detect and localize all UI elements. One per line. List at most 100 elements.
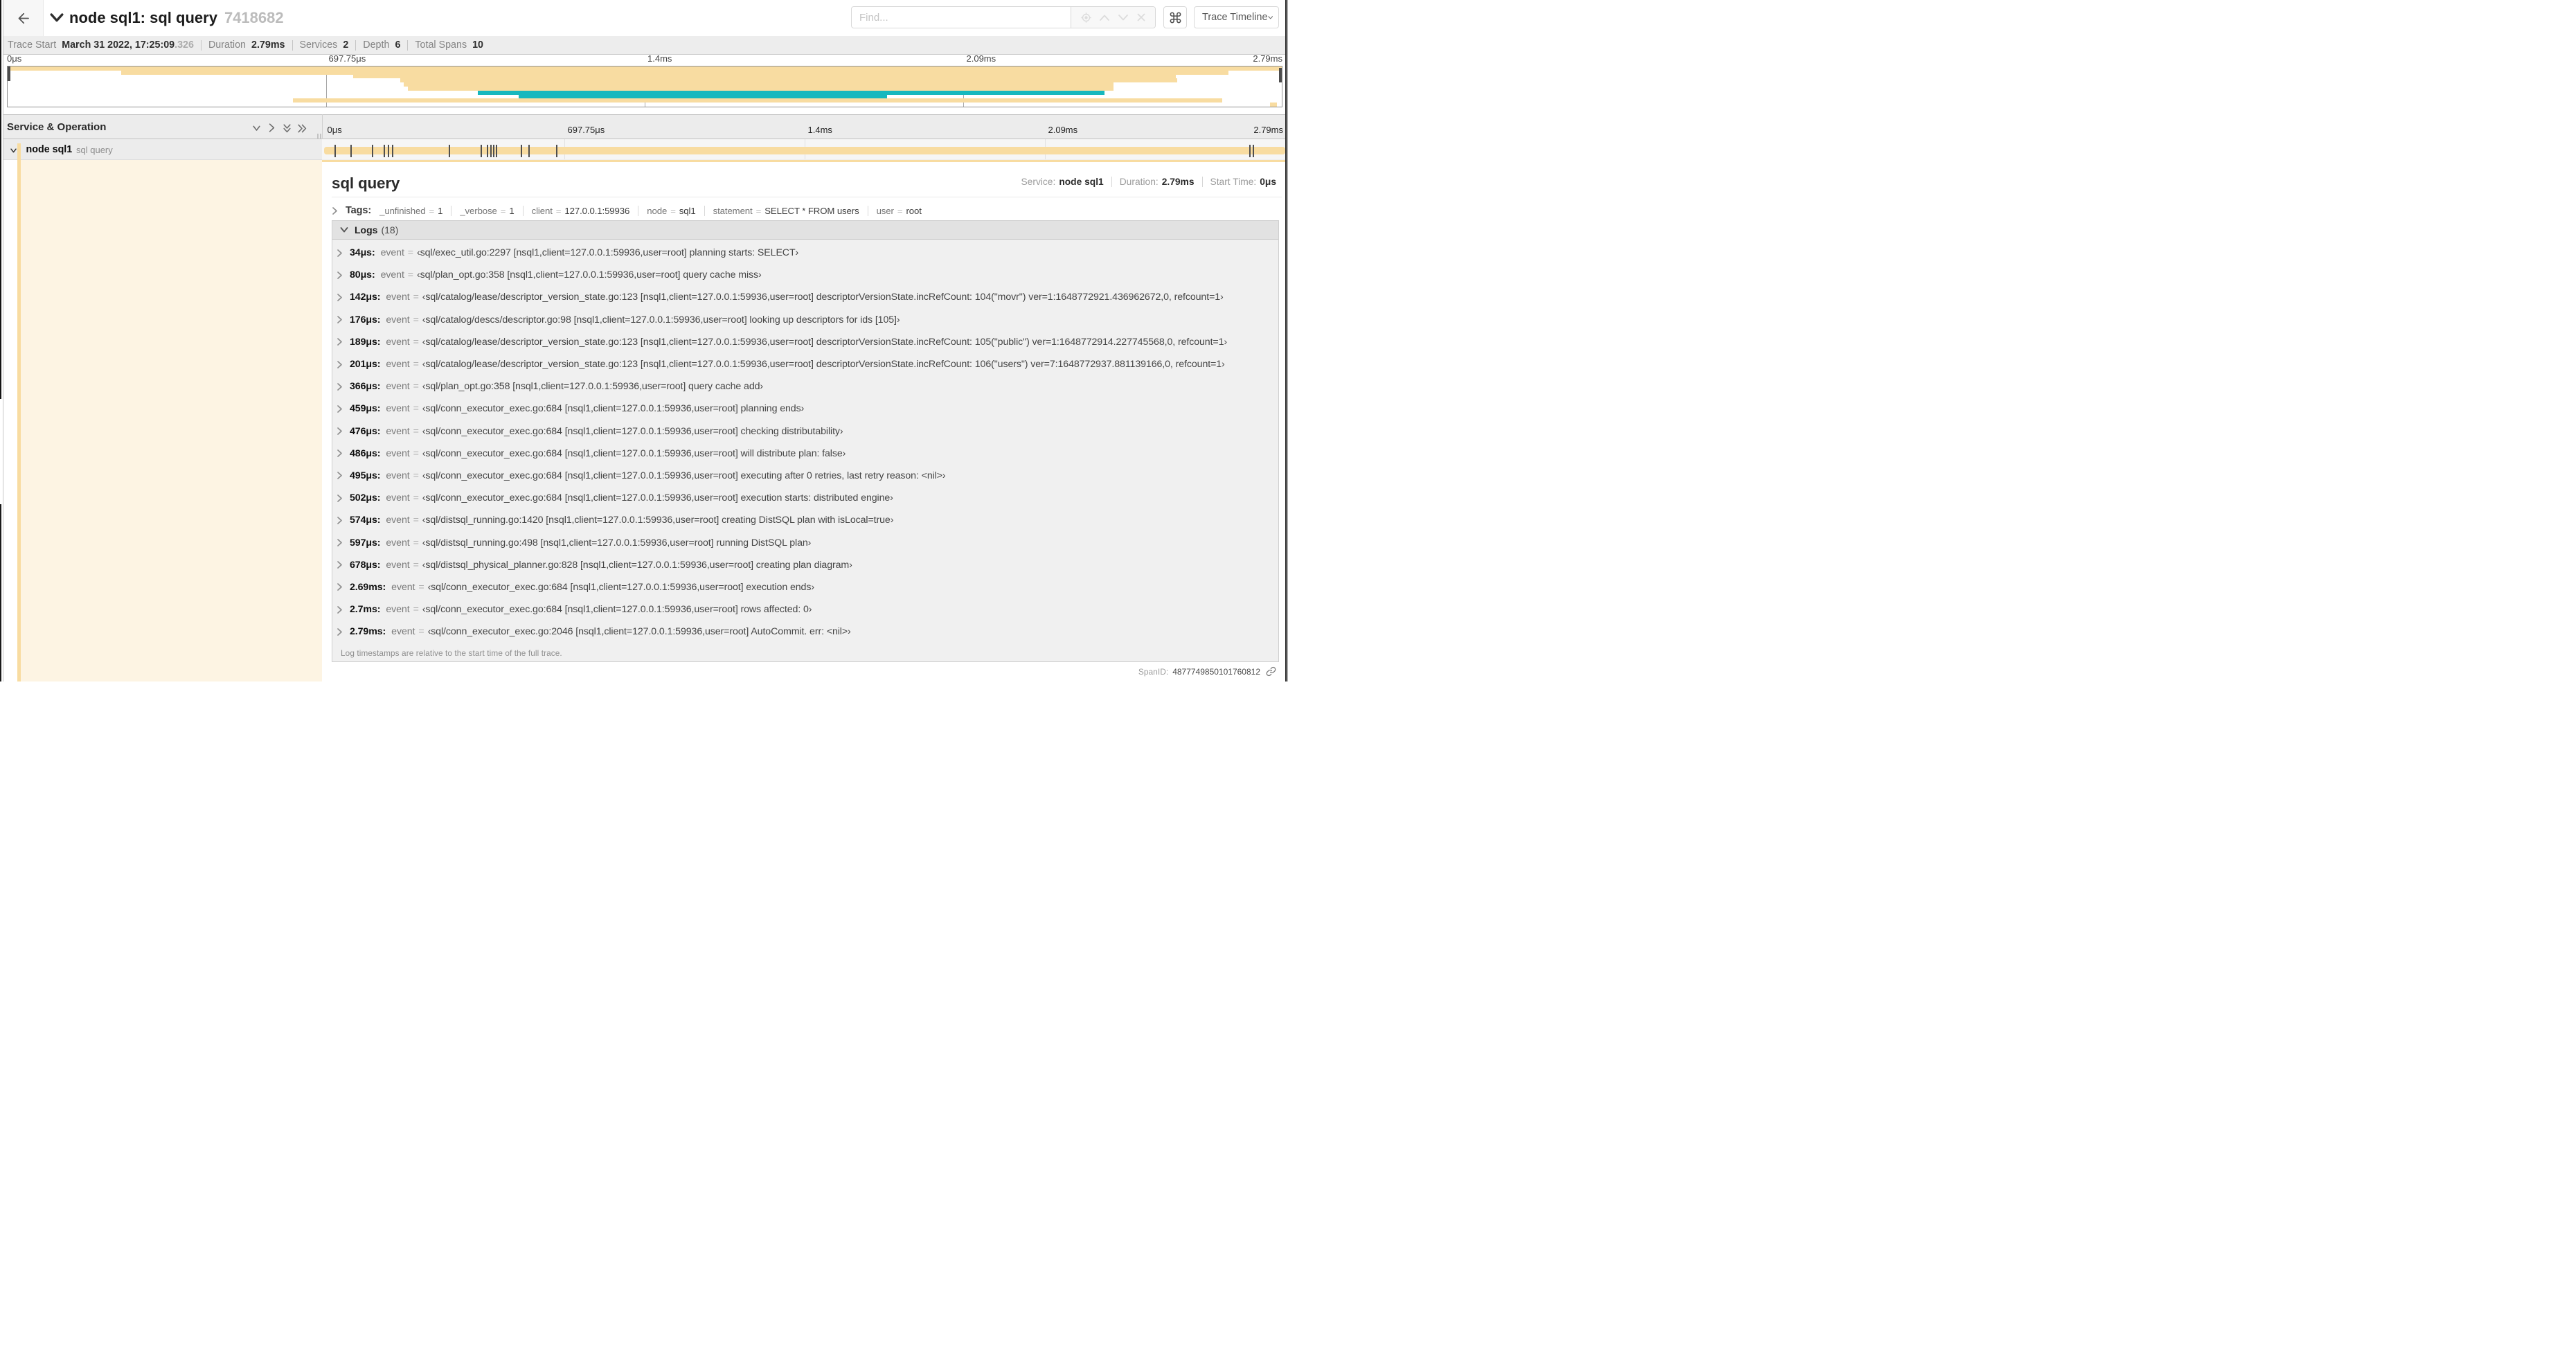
meta-label: Service: <box>1021 177 1056 187</box>
find-input[interactable] <box>852 7 1071 28</box>
log-marker-tick[interactable] <box>334 144 336 157</box>
log-row[interactable]: 678μs: event = ‹sql/distsql_physical_planne… <box>332 554 1278 576</box>
log-marker-tick[interactable] <box>481 144 483 157</box>
keyboard-shortcuts-button[interactable] <box>1163 6 1187 28</box>
next-result-icon[interactable] <box>1118 14 1129 21</box>
locate-match-icon[interactable] <box>1080 12 1091 23</box>
span-duration-bar[interactable] <box>323 146 1285 154</box>
log-marker-tick[interactable] <box>371 144 373 157</box>
log-row[interactable]: 495μs: event = ‹sql/conn_executor_exec.go:6… <box>332 465 1278 487</box>
log-row[interactable]: 366μs: event = ‹sql/plan_opt.go:358 [nsql1,… <box>332 375 1278 398</box>
log-chevron-icon <box>337 249 342 257</box>
view-selector-label: Trace Timeline <box>1202 12 1268 23</box>
collapse-one-icon[interactable] <box>252 125 260 132</box>
divider <box>704 205 705 216</box>
divider <box>43 0 44 36</box>
log-marker-tick[interactable] <box>528 144 530 157</box>
span-row[interactable]: node sql1 sql query <box>3 139 1285 160</box>
summary-label: Services <box>299 39 338 51</box>
collapse-all-icon[interactable] <box>283 123 291 133</box>
log-equals: = <box>413 604 419 616</box>
log-equals: = <box>413 470 419 481</box>
log-row[interactable]: 574μs: event = ‹sql/distsql_running.go:1420… <box>332 509 1278 531</box>
tag-equals: = <box>500 205 506 216</box>
log-key: event <box>380 269 404 281</box>
log-row[interactable]: 476μs: event = ‹sql/conn_executor_exec.go:6… <box>332 420 1278 443</box>
span-children-chevron-icon[interactable] <box>10 148 17 153</box>
log-row[interactable]: 176μs: event = ‹sql/catalog/descs/descripto… <box>332 309 1278 331</box>
log-row[interactable]: 201μs: event = ‹sql/catalog/lease/descripto… <box>332 353 1278 375</box>
log-marker-tick[interactable] <box>383 144 385 157</box>
log-row[interactable]: 2.7ms: event = ‹sql/conn_executor_exec.go:6… <box>332 598 1278 621</box>
log-row[interactable]: 486μs: event = ‹sql/conn_executor_exec.go:6… <box>332 443 1278 465</box>
tag-equals: = <box>555 205 562 216</box>
span-id-value: 4877749850101760812 <box>1172 666 1260 677</box>
expand-all-icon[interactable] <box>297 124 307 133</box>
log-equals: = <box>413 292 419 303</box>
log-row[interactable]: 189μs: event = ‹sql/catalog/lease/descripto… <box>332 331 1278 353</box>
logs-accordian: Logs (18) 34μs: event = ‹sql/exec_util.go:2… <box>332 220 1279 662</box>
log-chevron-icon <box>337 338 342 346</box>
service-operation-header: Service & Operation <box>7 121 107 133</box>
log-row[interactable]: 597μs: event = ‹sql/distsql_running.go:498 … <box>332 531 1278 553</box>
tag-value: 127.0.0.1:59936 <box>564 205 630 216</box>
log-value: ‹sql/exec_util.go:2297 [nsql1,client=127… <box>416 247 799 259</box>
span-row-bar-cell[interactable] <box>322 139 1285 160</box>
tag-equals: = <box>755 205 762 216</box>
log-marker-tick[interactable] <box>495 144 497 157</box>
tag-value: root <box>906 205 922 216</box>
logs-header[interactable]: Logs (18) <box>332 221 1278 240</box>
tags-accordian[interactable]: Tags: _unfinished = 1 _verbose = 1 client = 127.… <box>332 202 922 219</box>
log-marker-tick[interactable] <box>493 144 495 157</box>
summary-value: 2 <box>343 39 349 51</box>
divider <box>1201 177 1203 187</box>
log-row[interactable]: 142μs: event = ‹sql/catalog/lease/descripto… <box>332 286 1278 308</box>
collapse-trace-chevron-icon[interactable] <box>50 13 64 22</box>
log-timestamp: 495μs: <box>350 470 381 481</box>
prev-result-icon[interactable] <box>1099 14 1110 21</box>
log-marker-tick[interactable] <box>449 144 451 157</box>
back-button[interactable] <box>3 0 43 36</box>
log-marker-tick[interactable] <box>1249 144 1251 157</box>
log-key: event <box>386 403 410 415</box>
log-marker-tick[interactable] <box>556 144 558 157</box>
log-marker-tick[interactable] <box>388 144 390 157</box>
log-equals: = <box>413 403 419 415</box>
logs-label: Logs <box>355 224 378 235</box>
window-edge-right-line <box>1287 0 1288 682</box>
log-value: ‹sql/conn_executor_exec.go:684 [nsql1,cl… <box>422 604 812 616</box>
log-marker-tick[interactable] <box>1253 144 1255 157</box>
column-resizer-grip[interactable] <box>317 134 322 139</box>
log-marker-tick[interactable] <box>350 144 352 157</box>
span-row-name-cell[interactable]: node sql1 sql query <box>3 139 322 160</box>
tag-equals: = <box>670 205 676 216</box>
divider <box>522 205 524 216</box>
log-row[interactable]: 459μs: event = ‹sql/conn_executor_exec.go:6… <box>332 398 1278 420</box>
log-marker-tick[interactable] <box>391 144 393 157</box>
log-row[interactable]: 80μs: event = ‹sql/plan_opt.go:358 [nsql1,c… <box>332 264 1278 286</box>
view-selector-button[interactable]: Trace Timeline <box>1194 6 1279 28</box>
log-timestamp: 34μs: <box>350 247 375 259</box>
trace-minimap[interactable] <box>7 66 1282 107</box>
span-id-label: SpanID: <box>1138 666 1169 677</box>
log-key: event <box>380 247 404 259</box>
clear-find-icon[interactable] <box>1136 12 1146 22</box>
log-marker-tick[interactable] <box>520 144 522 157</box>
minimap-right-scrubber[interactable] <box>1279 68 1282 82</box>
log-marker-tick[interactable] <box>486 144 488 157</box>
log-row[interactable]: 2.79ms: event = ‹sql/conn_executor_exec.go:… <box>332 621 1278 643</box>
log-row[interactable]: 502μs: event = ‹sql/conn_executor_exec.go:6… <box>332 487 1278 509</box>
log-key: event <box>386 470 410 481</box>
expand-one-icon[interactable] <box>269 123 275 132</box>
window-edge-left-bottom <box>0 504 1 682</box>
minimap-left-scrubber[interactable] <box>8 66 10 81</box>
log-chevron-icon <box>337 449 342 458</box>
log-value: ‹sql/conn_executor_exec.go:684 [nsql1,cl… <box>422 470 946 481</box>
log-row[interactable]: 34μs: event = ‹sql/exec_util.go:2297 [nsql1… <box>332 242 1278 264</box>
ruler-tick-label: 697.75μs <box>328 53 366 64</box>
deep-link-icon[interactable] <box>1266 666 1276 677</box>
divider <box>200 39 202 51</box>
tag-equals: = <box>897 205 903 216</box>
log-marker-tick[interactable] <box>490 144 492 157</box>
log-row[interactable]: 2.69ms: event = ‹sql/conn_executor_exec.go:… <box>332 576 1278 598</box>
